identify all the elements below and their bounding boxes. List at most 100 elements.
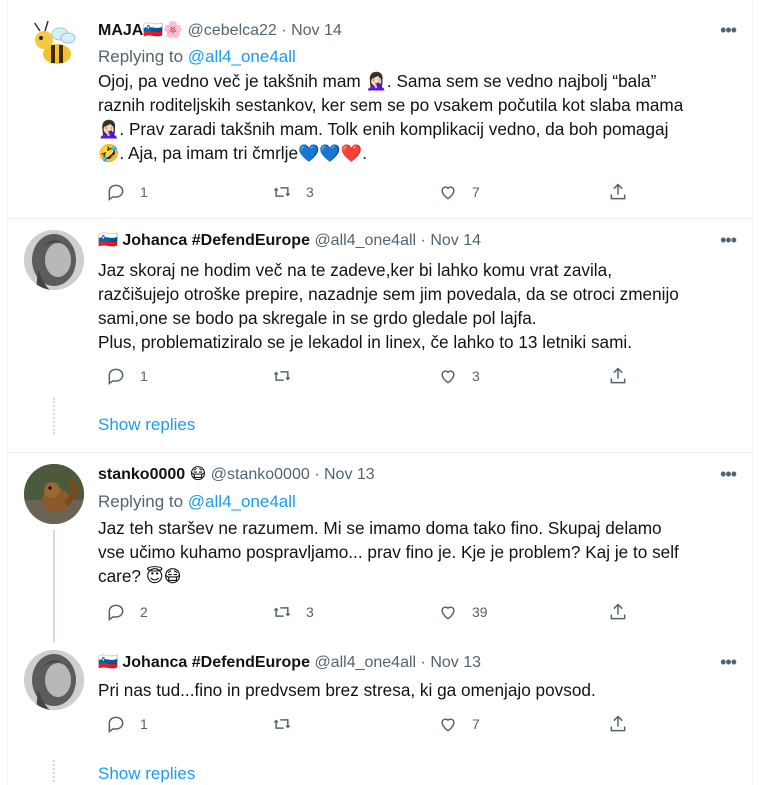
replying-to: Replying to @all4_one4all xyxy=(98,491,296,513)
tweet-text-line: 🤣. Aja, pa imam tri čmrlje💙💙❤️. xyxy=(98,143,367,163)
avatar[interactable] xyxy=(24,650,84,710)
reply-button[interactable]: 1 xyxy=(106,182,148,202)
timestamp[interactable]: Nov 13 xyxy=(430,654,481,671)
tweet-header: 🇸🇮 Johanca #DefendEurope @all4_one4all ·… xyxy=(98,652,736,674)
more-options-icon[interactable]: ••• xyxy=(720,20,737,41)
thread-line xyxy=(53,760,57,782)
reply-icon xyxy=(108,716,124,733)
tweet[interactable]: MAJA🇸🇮🌸 @cebelca22 · Nov 14 ••• Replying… xyxy=(8,0,752,218)
share-icon xyxy=(610,367,626,384)
share-button[interactable] xyxy=(608,602,628,622)
display-name[interactable]: Johanca #DefendEurope xyxy=(122,654,310,671)
squirrel-avatar-icon xyxy=(24,464,84,524)
avatar[interactable] xyxy=(24,16,84,76)
tweet-actions: 1 3 7 xyxy=(98,182,658,206)
reply-count: 2 xyxy=(140,604,148,620)
replying-to: Replying to @all4_one4all xyxy=(98,46,296,68)
avatar[interactable] xyxy=(24,464,84,524)
tweet-text: Pri nas tud...fino in predvsem brez stre… xyxy=(98,678,738,702)
replying-prefix: Replying to xyxy=(98,492,184,511)
share-icon xyxy=(610,603,626,620)
tweet-text-line: care? 😇😷 xyxy=(98,566,182,586)
replying-to-link[interactable]: @all4_one4all xyxy=(188,492,296,511)
like-button[interactable]: 3 xyxy=(438,366,480,386)
timestamp[interactable]: Nov 13 xyxy=(324,466,375,483)
tweet-text-line: Plus, problematiziralo se je lekadol in … xyxy=(98,332,633,352)
like-button[interactable]: 7 xyxy=(438,182,480,202)
retweet-icon xyxy=(273,719,291,729)
display-name[interactable]: Johanca #DefendEurope xyxy=(122,232,310,249)
like-count: 39 xyxy=(472,604,488,620)
more-options-icon[interactable]: ••• xyxy=(720,652,737,673)
reply-button[interactable]: 2 xyxy=(106,602,148,622)
tweet-header: 🇸🇮 Johanca #DefendEurope @all4_one4all ·… xyxy=(98,230,736,252)
share-button[interactable] xyxy=(608,366,628,386)
bee-avatar-icon xyxy=(33,20,76,64)
retweet-button[interactable]: 3 xyxy=(272,602,314,622)
more-options-icon[interactable]: ••• xyxy=(720,230,737,251)
tweet-actions: 1 7 xyxy=(98,714,658,738)
handle[interactable]: @all4_one4all xyxy=(314,232,416,249)
flower-icon: 🌸 xyxy=(163,22,184,39)
reply-icon xyxy=(108,184,124,201)
show-replies-link[interactable]: Show replies xyxy=(98,764,195,784)
woman-bw-avatar-icon xyxy=(24,650,84,710)
flag-icon: 🇸🇮 xyxy=(98,232,118,249)
tweet-text-line: 🤦🏻‍♀️. Prav zaradi takšnih mam. Tolk eni… xyxy=(98,119,669,139)
tweet[interactable]: stanko0000 😷 @stanko0000 · Nov 13 ••• Re… xyxy=(8,452,752,642)
tweet-text: Jaz skoraj ne hodim več na te zadeve,ker… xyxy=(98,258,738,354)
separator-dot: · xyxy=(420,232,426,249)
tweet[interactable]: 🇸🇮 Johanca #DefendEurope @all4_one4all ·… xyxy=(8,218,752,453)
timestamp[interactable]: Nov 14 xyxy=(430,232,481,249)
like-button[interactable]: 7 xyxy=(438,714,480,734)
reply-button[interactable]: 1 xyxy=(106,714,148,734)
timestamp[interactable]: Nov 14 xyxy=(291,22,342,39)
handle[interactable]: @all4_one4all xyxy=(314,654,416,671)
tweet-actions: 2 3 39 xyxy=(98,602,658,626)
thread-line xyxy=(53,530,55,642)
heart-icon xyxy=(441,718,455,732)
avatar[interactable] xyxy=(24,230,84,290)
flag-icon: 🇸🇮 xyxy=(143,22,164,39)
heart-icon xyxy=(441,606,455,620)
reply-count: 1 xyxy=(140,184,148,200)
like-count: 3 xyxy=(472,368,480,384)
retweet-icon xyxy=(273,371,291,381)
display-name[interactable]: stanko0000 xyxy=(98,466,185,483)
retweet-button[interactable] xyxy=(272,366,306,386)
retweet-icon xyxy=(273,607,291,617)
tweet-text: Jaz teh staršev ne razumem. Mi se imamo … xyxy=(98,516,738,588)
handle[interactable]: @stanko0000 xyxy=(211,466,310,483)
like-count: 7 xyxy=(472,184,480,200)
tweet-header: MAJA🇸🇮🌸 @cebelca22 · Nov 14 xyxy=(98,20,736,42)
reply-count: 1 xyxy=(140,368,148,384)
reply-button[interactable]: 1 xyxy=(106,366,148,386)
replying-to-link[interactable]: @all4_one4all xyxy=(188,47,296,66)
tweet[interactable]: 🇸🇮 Johanca #DefendEurope @all4_one4all ·… xyxy=(8,642,752,785)
replying-prefix: Replying to xyxy=(98,47,184,66)
tweet-text-line: razčišujejo otroške prepire, nazadnje se… xyxy=(98,284,679,304)
more-options-icon[interactable]: ••• xyxy=(720,464,737,485)
share-button[interactable] xyxy=(608,714,628,734)
retweet-button[interactable] xyxy=(272,714,306,734)
like-button[interactable]: 39 xyxy=(438,602,488,622)
handle[interactable]: @cebelca22 xyxy=(188,22,277,39)
share-button[interactable] xyxy=(608,182,628,202)
reply-icon xyxy=(108,368,124,385)
show-replies-link[interactable]: Show replies xyxy=(98,415,195,435)
tweet-text-line: Ojoj, pa vedno več je takšnih mam 🤦🏻‍♀️.… xyxy=(98,71,657,91)
separator-dot: · xyxy=(281,22,287,39)
tweet-actions: 1 3 xyxy=(98,366,658,390)
tweet-text-line: vse učimo kuhamo pospravljamo... prav fi… xyxy=(98,542,679,562)
flag-icon: 🇸🇮 xyxy=(98,654,118,671)
like-count: 7 xyxy=(472,716,480,732)
tweet-text-line: Pri nas tud...fino in predvsem brez stre… xyxy=(98,680,596,700)
separator-dot: · xyxy=(314,466,320,483)
retweet-button[interactable]: 3 xyxy=(272,182,314,202)
share-icon xyxy=(610,183,626,200)
retweet-count: 3 xyxy=(306,604,314,620)
reply-count: 1 xyxy=(140,716,148,732)
mask-face-icon: 😷 xyxy=(189,466,207,483)
separator-dot: · xyxy=(420,654,426,671)
display-name[interactable]: MAJA xyxy=(98,22,143,39)
